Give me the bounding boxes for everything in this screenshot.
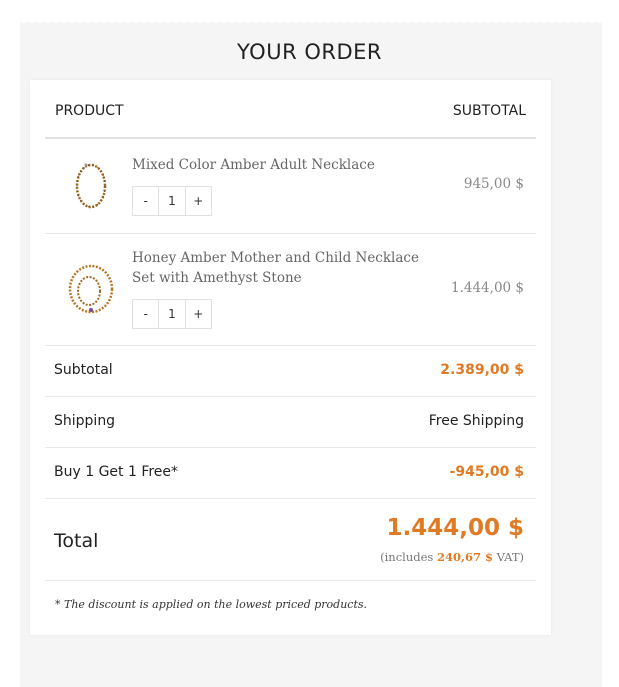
vat-prefix: (includes	[380, 550, 434, 564]
quantity-value[interactable]: 1	[158, 187, 186, 215]
table-header: PRODUCT SUBTOTAL	[45, 80, 536, 139]
decrease-quantity-button[interactable]: -	[133, 300, 158, 328]
total-value: 1.444,00 $	[386, 515, 524, 541]
discount-value: -945,00 $	[449, 464, 524, 480]
item-price: 945,00 $	[463, 176, 524, 192]
cart-item: Mixed Color Amber Adult Necklace - 1 + 9…	[45, 138, 536, 234]
product-column-header: PRODUCT	[55, 103, 124, 119]
shipping-row: Shipping Free Shipping	[45, 397, 536, 448]
amber-necklace-set-image	[68, 264, 114, 314]
subtotal-column-header: SUBTOTAL	[452, 103, 526, 119]
shipping-value: Free Shipping	[428, 413, 524, 429]
increase-quantity-button[interactable]: +	[186, 187, 211, 215]
cart-item: Honey Amber Mother and Child Necklace Se…	[45, 234, 536, 346]
vat-suffix: VAT)	[496, 550, 524, 564]
discount-footnote: * The discount is applied on the lowest …	[55, 598, 368, 611]
vat-note: (includes 240,67 $ VAT)	[380, 550, 524, 564]
discount-label: Buy 1 Get 1 Free*	[54, 464, 179, 480]
decrease-quantity-button[interactable]: -	[133, 187, 158, 215]
subtotal-label: Subtotal	[54, 362, 113, 378]
vat-amount: 240,67 $	[436, 550, 493, 564]
amber-necklace-image	[75, 163, 107, 209]
order-title: YOUR ORDER	[237, 40, 382, 64]
total-row: Total 1.444,00 $ (includes 240,67 $ VAT)	[45, 499, 536, 581]
order-table: PRODUCT SUBTOTAL Mixed Color Amber Adult…	[30, 80, 551, 635]
discount-row: Buy 1 Get 1 Free* -945,00 $	[45, 448, 536, 499]
increase-quantity-button[interactable]: +	[186, 300, 211, 328]
quantity-stepper[interactable]: - 1 +	[132, 299, 212, 329]
product-name: Honey Amber Mother and Child Necklace Se…	[132, 250, 419, 286]
quantity-stepper[interactable]: - 1 +	[132, 186, 212, 216]
product-name: Mixed Color Amber Adult Necklace	[132, 157, 375, 173]
item-price: 1.444,00 $	[451, 280, 524, 296]
subtotal-row: Subtotal 2.389,00 $	[45, 346, 536, 397]
shipping-label: Shipping	[54, 413, 116, 429]
total-label: Total	[54, 530, 99, 552]
quantity-value[interactable]: 1	[158, 300, 186, 328]
subtotal-value: 2.389,00 $	[440, 362, 524, 378]
